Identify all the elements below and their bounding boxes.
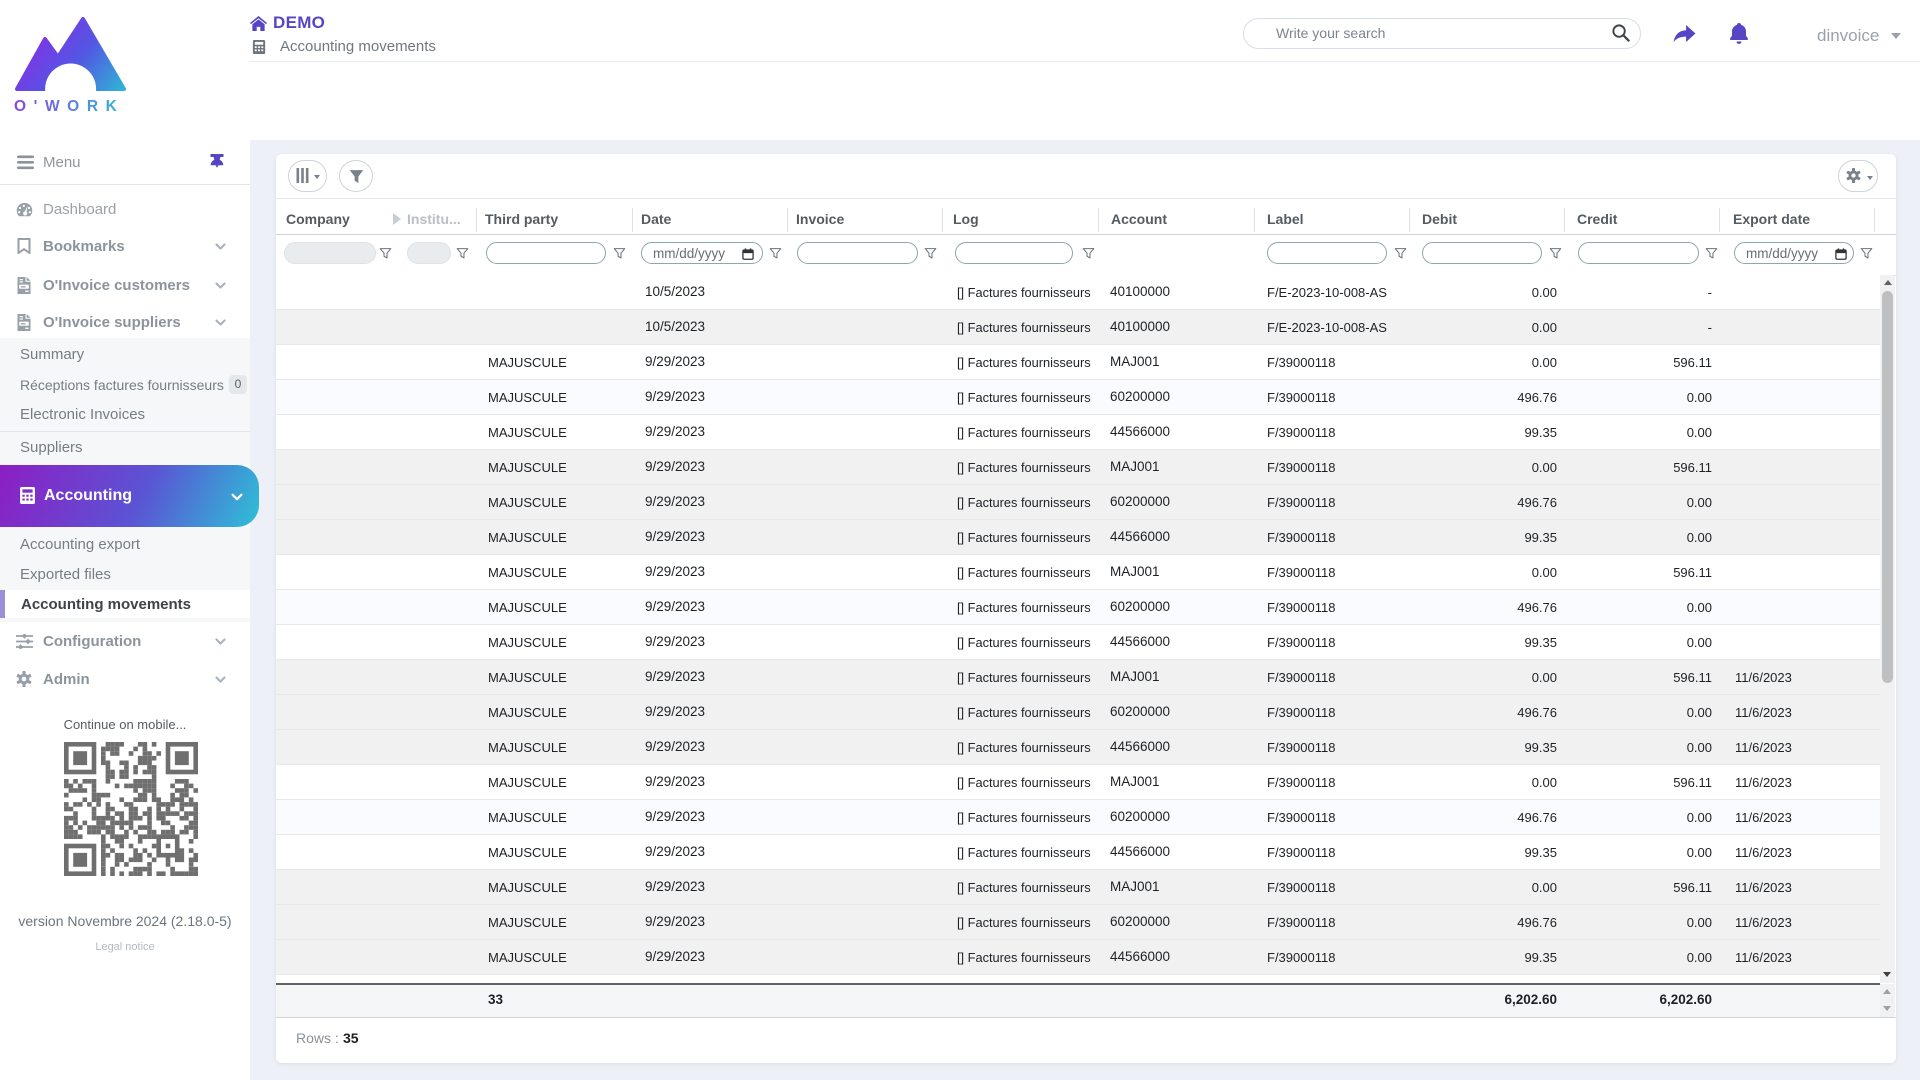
svg-text:O'WORK: O'WORK xyxy=(14,98,124,115)
